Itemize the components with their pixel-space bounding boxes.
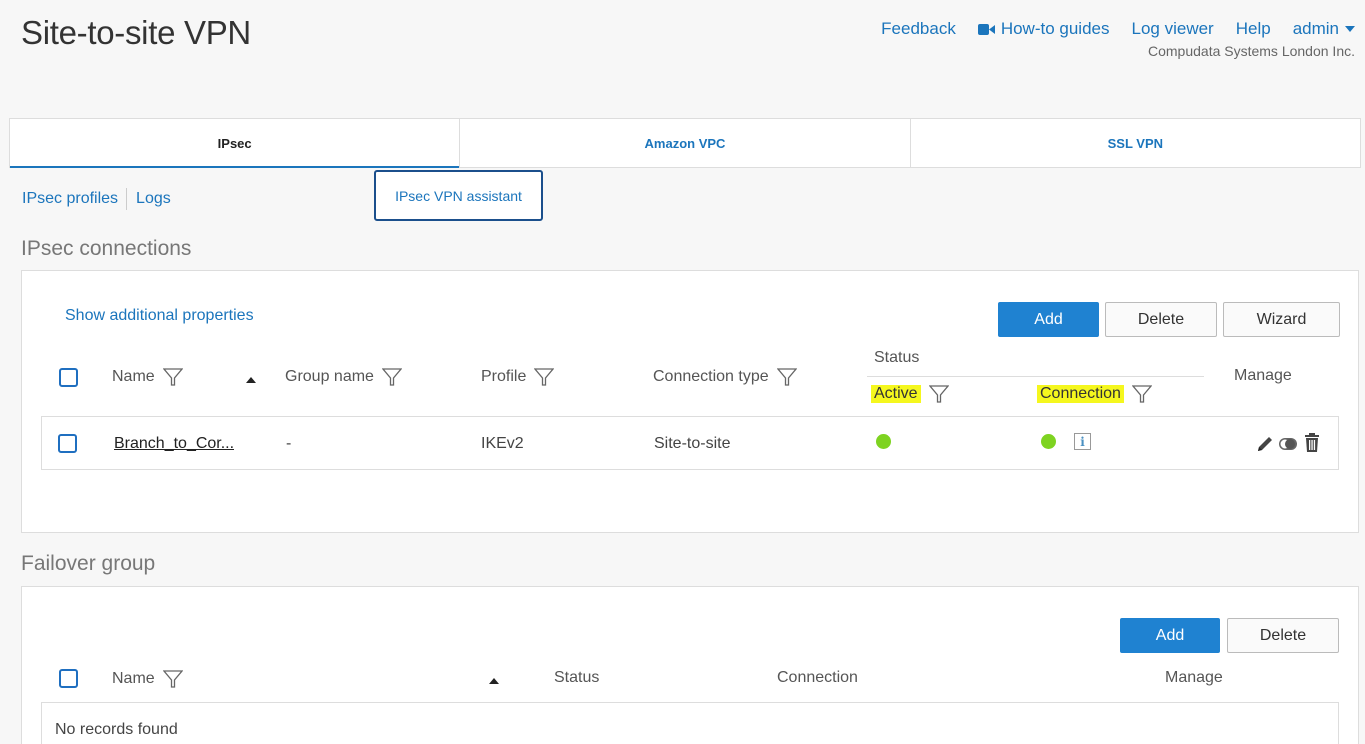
feedback-link[interactable]: Feedback: [881, 19, 956, 39]
failover-column-header-manage: Manage: [1165, 669, 1223, 686]
status-divider: [867, 376, 1204, 377]
filter-icon[interactable]: [162, 669, 183, 689]
connection-type-value: Site-to-site: [654, 435, 731, 452]
empty-table-body: No records found: [41, 702, 1339, 744]
video-camera-icon: [977, 23, 995, 35]
failover-column-header-connection: Connection: [777, 669, 858, 686]
tab-ssl-vpn[interactable]: SSL VPN: [911, 119, 1360, 167]
column-conn-type-label: Connection type: [653, 368, 769, 385]
failover-group-panel: Add Delete Name Status Connection Manage…: [21, 586, 1359, 744]
logs-link[interactable]: Logs: [136, 190, 171, 208]
failover-select-all-checkbox[interactable]: [59, 669, 78, 688]
page-title: Site-to-site VPN: [21, 14, 251, 51]
table-row: Branch_to_Cor... - IKEv2 Site-to-site i: [41, 416, 1339, 470]
ipsec-profiles-link[interactable]: IPsec profiles: [22, 190, 118, 208]
column-connection-label: Connection: [1037, 385, 1124, 403]
failover-column-header-name: Name: [112, 669, 183, 689]
ipsec-vpn-assistant-button[interactable]: IPsec VPN assistant: [374, 170, 543, 221]
column-header-group-name: Group name: [285, 367, 402, 387]
active-status-dot: [876, 434, 891, 449]
filter-icon[interactable]: [162, 367, 183, 387]
filter-icon[interactable]: [1131, 384, 1152, 404]
show-additional-properties-link[interactable]: Show additional properties: [65, 307, 254, 325]
filter-icon[interactable]: [381, 367, 402, 387]
connection-status-dot: [1041, 434, 1056, 449]
info-icon[interactable]: i: [1074, 433, 1091, 450]
column-header-connection: Connection: [1037, 384, 1152, 404]
connection-name-link[interactable]: Branch_to_Cor...: [114, 435, 234, 453]
toggle-icon[interactable]: [1278, 435, 1298, 453]
filter-icon[interactable]: [534, 367, 555, 387]
column-group-status: Status: [874, 349, 920, 366]
failover-column-header-status: Status: [554, 669, 600, 686]
no-records-message: No records found: [55, 721, 178, 738]
filter-icon[interactable]: [776, 367, 797, 387]
failover-add-button[interactable]: Add: [1120, 618, 1220, 653]
column-header-manage: Manage: [1234, 367, 1292, 384]
company-name: Compudata Systems London Inc.: [1147, 43, 1355, 59]
column-header-name: Name: [112, 367, 183, 387]
admin-label: admin: [1292, 19, 1339, 38]
column-header-profile: Profile: [481, 367, 555, 387]
column-header-connection-type: Connection type: [653, 367, 797, 387]
column-name-label: Name: [112, 368, 155, 385]
select-all-checkbox[interactable]: [59, 368, 78, 387]
tab-bar: IPsec Amazon VPC SSL VPN: [9, 118, 1361, 168]
sub-navigation: IPsec profiles Logs: [22, 187, 171, 211]
caret-down-icon: [1345, 26, 1355, 32]
ipsec-connections-title: IPsec connections: [21, 237, 192, 260]
wizard-button[interactable]: Wizard: [1223, 302, 1340, 337]
how-to-guides-label: How-to guides: [1000, 19, 1110, 38]
failover-column-name-label: Name: [112, 670, 155, 687]
edit-pencil-icon[interactable]: [1255, 434, 1275, 454]
top-navigation: Feedback How-to guides Log viewer Help a…: [859, 19, 1355, 39]
filter-icon[interactable]: [928, 384, 949, 404]
failover-group-title: Failover group: [21, 552, 156, 575]
group-name-value: -: [286, 435, 292, 452]
failover-delete-button[interactable]: Delete: [1227, 618, 1339, 653]
add-button[interactable]: Add: [998, 302, 1099, 337]
sort-ascending-icon[interactable]: [489, 678, 499, 684]
sort-ascending-icon[interactable]: [246, 377, 256, 383]
profile-value: IKEv2: [481, 435, 524, 452]
column-active-label: Active: [871, 385, 921, 403]
tab-ipsec[interactable]: IPsec: [10, 119, 461, 168]
divider: [126, 188, 128, 210]
column-group-label: Group name: [285, 368, 374, 385]
help-link[interactable]: Help: [1236, 19, 1271, 39]
tab-amazon-vpc[interactable]: Amazon VPC: [460, 119, 911, 167]
admin-menu[interactable]: admin: [1293, 19, 1355, 39]
delete-button[interactable]: Delete: [1105, 302, 1217, 337]
how-to-guides-link[interactable]: How-to guides: [977, 19, 1110, 39]
log-viewer-link[interactable]: Log viewer: [1132, 19, 1214, 39]
column-header-active: Active: [871, 384, 949, 404]
column-profile-label: Profile: [481, 368, 527, 385]
trash-icon[interactable]: [1303, 433, 1321, 453]
row-checkbox[interactable]: [58, 434, 77, 453]
ipsec-connections-panel: Show additional properties Add Delete Wi…: [21, 270, 1359, 533]
